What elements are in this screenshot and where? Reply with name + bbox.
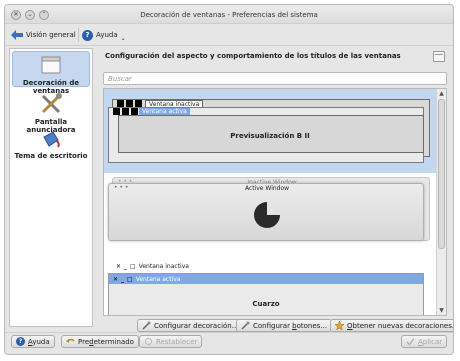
minimize-icon: _: [121, 275, 125, 283]
paint-bucket-icon: [43, 131, 60, 148]
active-title-text: Active Window: [244, 185, 290, 192]
window-decoration-icon: [41, 56, 61, 74]
wrench-icon: [241, 321, 250, 330]
list-scrollbar[interactable]: ▲ ▼: [436, 89, 446, 315]
sidebar-item-splash-screen[interactable]: Pantalla anunciadora: [12, 91, 90, 134]
minimize-icon: _: [124, 262, 128, 270]
checkmark-icon: [406, 338, 415, 346]
configure-decoration-label: Configurar decoración...: [154, 321, 239, 330]
sidebar-item-desktop-theme[interactable]: Tema de escritorio: [12, 129, 90, 160]
apply-button-label: Aplicar: [418, 337, 443, 346]
inactive-title-text: Ventana inactiva: [138, 262, 189, 270]
list-item-decoration[interactable]: Inactive Window • • • Active Window • • …: [104, 175, 436, 253]
active-titlebar: ✕ _ □ Ventana activa: [109, 274, 423, 284]
overview-button[interactable]: Visión general: [11, 28, 76, 42]
list-item-decoration[interactable]: ✕ _ □ Ventana inactiva ✕ _ □ Ventana act…: [104, 259, 436, 315]
search-input[interactable]: Buscar: [103, 72, 447, 85]
overview-label: Visión general: [26, 31, 76, 39]
help-icon: ?: [16, 337, 25, 346]
footer-separator: [5, 332, 453, 333]
decoration-list[interactable]: Ventana inactiva Ventana activa Previsua…: [103, 88, 447, 316]
back-arrow-icon: [11, 30, 23, 40]
configure-buttons-label: Configurar botones...: [253, 321, 328, 330]
reset-button[interactable]: Restablecer: [139, 335, 203, 348]
apply-button[interactable]: Aplicar: [401, 335, 448, 348]
help-button[interactable]: ? Ayuda: [11, 335, 55, 348]
toolbar: Visión general ? Ayuda ⌄: [5, 24, 453, 46]
maximize-icon: □: [130, 262, 136, 270]
undo-icon: [66, 338, 75, 343]
scroll-down-icon[interactable]: ▼: [438, 307, 445, 314]
maximize-icon: □: [127, 275, 133, 283]
page-title: Configuración del aspecto y comportamien…: [105, 52, 401, 60]
wrench-icon: [142, 321, 151, 330]
get-new-decorations-button[interactable]: Obtener nuevas decoraciones...: [330, 319, 454, 332]
decoration-name: Cuarzo: [252, 300, 280, 308]
active-window-preview: ✕ _ □ Ventana activa Cuarzo: [108, 273, 424, 315]
list-item-decoration[interactable]: Ventana inactiva Ventana activa Previsua…: [104, 89, 436, 173]
window-titlebar[interactable]: ✕ ⌄ ⌃ Decoración de ventanas - Preferenc…: [5, 5, 453, 24]
scrollbar-thumb[interactable]: [438, 99, 445, 249]
defaults-button-label: Predeterminado: [78, 337, 134, 346]
window-title: Decoración de ventanas - Preferencias de…: [140, 11, 318, 19]
active-title-text: Ventana activa: [135, 275, 181, 283]
configure-decoration-button[interactable]: Configurar decoración...: [137, 319, 244, 332]
chevron-down-icon: ⌄: [120, 34, 126, 42]
active-window-preview: Active Window • • •: [108, 183, 424, 241]
get-new-decorations-label: Obtener nuevas decoraciones...: [347, 321, 454, 330]
window-settings-icon[interactable]: [433, 51, 445, 62]
decoration-name: Previsualización B II: [230, 132, 310, 140]
defaults-button[interactable]: Predeterminado: [61, 335, 139, 348]
configure-buttons-button[interactable]: Configurar botones...: [236, 319, 333, 332]
help-icon: ?: [82, 29, 93, 41]
category-sidebar: Decoración de ventanas Pantalla anunciad…: [9, 48, 93, 327]
inactive-window-preview: ✕ _ □ Ventana inactiva: [116, 261, 432, 271]
sidebar-item-window-decoration[interactable]: Decoración de ventanas: [12, 51, 90, 95]
system-settings-window: ✕ ⌄ ⌃ Decoración de ventanas - Preferenc…: [4, 4, 454, 355]
help-button-label: Ayuda: [28, 337, 50, 346]
oxygen-logo-icon: [254, 202, 280, 228]
toolbar-separator: [78, 28, 79, 42]
help-label: Ayuda: [96, 31, 118, 39]
star-icon: [335, 321, 344, 330]
help-menu-button[interactable]: ? Ayuda ⌄: [82, 28, 126, 42]
close-icon: ✕: [113, 275, 119, 283]
reset-icon: [145, 338, 152, 345]
reset-button-label: Restablecer: [156, 337, 198, 346]
window-dots-icon: • • •: [114, 184, 129, 191]
close-icon: ✕: [116, 262, 122, 270]
scroll-up-icon[interactable]: ▲: [438, 90, 445, 97]
active-title-text: Ventana activa: [139, 108, 190, 115]
sidebar-item-label: Tema de escritorio: [14, 152, 88, 160]
main-panel: Configuración del aspecto y comportamien…: [97, 48, 453, 332]
tools-icon: [41, 93, 62, 114]
